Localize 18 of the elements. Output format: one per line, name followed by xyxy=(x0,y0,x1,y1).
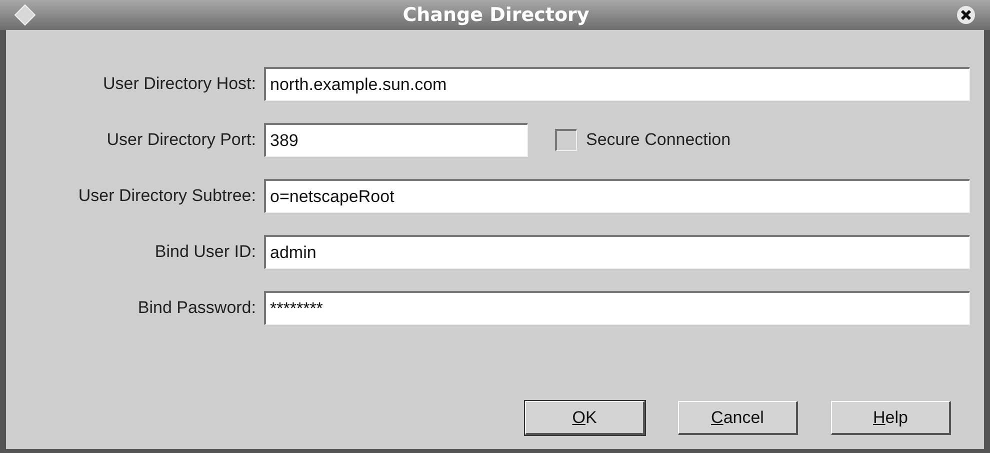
input-field[interactable]: admin xyxy=(264,235,970,269)
field-label: User Directory Subtree: xyxy=(77,185,257,208)
input-field[interactable]: north.example.sun.com xyxy=(264,67,970,101)
input-field[interactable]: ******** xyxy=(264,291,970,325)
close-icon[interactable] xyxy=(956,5,976,25)
input-field[interactable]: o=netscapeRoot xyxy=(264,179,970,213)
checkbox-label: Secure Connection xyxy=(586,129,731,152)
diamond-icon xyxy=(14,4,36,26)
dialog-button[interactable]: Help xyxy=(831,401,951,435)
dialog-button[interactable]: OK xyxy=(525,401,645,435)
input-field[interactable]: 389 xyxy=(264,123,528,157)
window-title: Change Directory xyxy=(402,2,590,28)
dialog-button[interactable]: Cancel xyxy=(678,401,798,435)
checkbox[interactable] xyxy=(555,129,577,151)
field-label: Bind User ID: xyxy=(154,241,257,264)
field-label: User Directory Port: xyxy=(106,129,257,152)
field-label: User Directory Host: xyxy=(102,73,257,96)
field-label: Bind Password: xyxy=(136,297,257,320)
